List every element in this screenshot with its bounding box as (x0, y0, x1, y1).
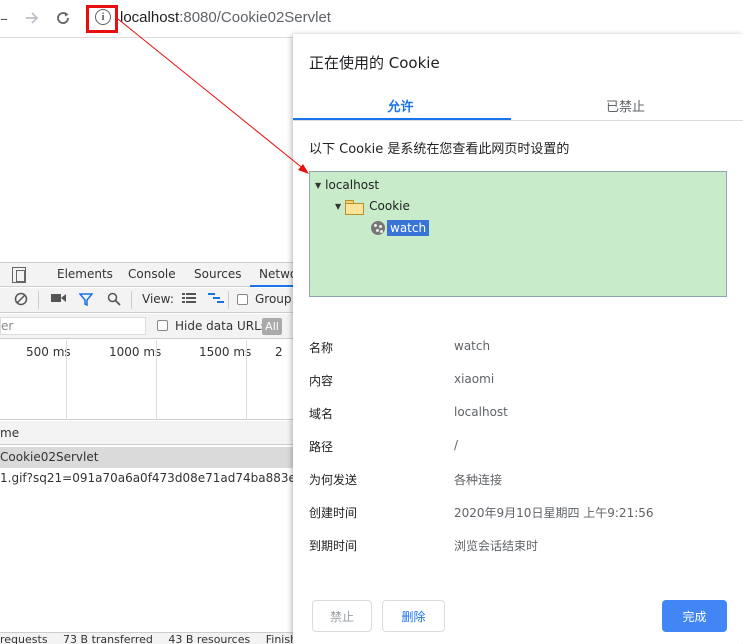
reload-icon[interactable] (53, 8, 73, 28)
detail-created-value: 2020年9月10日星期四 上午9:21:56 (454, 506, 654, 520)
remove-button[interactable]: 删除 (382, 600, 445, 632)
waterfall-icon[interactable] (208, 292, 224, 308)
tab-divider (293, 120, 743, 121)
table-row[interactable]: 1.gif?sq21=091a70a6a0f473d08e71ad74ba883… (0, 468, 300, 489)
timeline-tick: 2 (275, 345, 283, 359)
toolbar-separator (228, 291, 229, 309)
detail-content-value: xiaomi (454, 372, 495, 386)
detail-path-value: / (454, 438, 459, 452)
toolbar-separator (131, 291, 132, 309)
block-icon[interactable] (14, 292, 28, 310)
toolbar-divider (0, 37, 300, 38)
cookie-description: 以下 Cookie 是系统在您查看此网页时设置的 (309, 142, 570, 157)
dialog-title: 正在使用的 Cookie (309, 54, 440, 72)
timeline-overview: 500 ms 1000 ms 1500 ms 2 (0, 340, 300, 420)
hide-data-urls-label: Hide data URLs (175, 319, 268, 333)
done-button[interactable]: 完成 (662, 600, 727, 632)
back-arrow-icon[interactable]: – (0, 8, 14, 28)
cookie-icon (371, 221, 385, 235)
filter-all-button[interactable]: All (262, 318, 282, 335)
tree-node-folder[interactable]: ▼ Cookie (335, 199, 410, 215)
detail-domain-value: localhost (454, 405, 508, 419)
tree-node-host[interactable]: ▼ localhost (315, 178, 379, 192)
detail-created-label: 创建时间 (309, 506, 358, 520)
detail-name-value: watch (454, 339, 491, 353)
device-toolbar-icon[interactable] (12, 267, 26, 283)
block-button[interactable]: 禁止 (312, 600, 372, 632)
host-label: localhost (325, 178, 380, 192)
screen: – i localhost:8080/Cookie02Servlet Eleme… (0, 0, 743, 644)
view-label: View: (142, 292, 174, 306)
forward-arrow-icon[interactable] (22, 8, 42, 28)
timeline-tick: 1500 ms (199, 345, 252, 359)
group-by-frame-checkbox[interactable] (237, 294, 248, 305)
detail-domain-label: 域名 (309, 407, 334, 421)
timeline-gridline (156, 340, 157, 420)
tab-allowed[interactable]: 允许 (293, 96, 508, 115)
cookies-in-use-dialog: 正在使用的 Cookie 允许 已禁止 以下 Cookie 是系统在您查看此网页… (293, 34, 743, 644)
devtools-tab-bar: Elements Console Sources Netwo (0, 262, 300, 287)
info-icon-highlight-box (86, 5, 118, 33)
timeline-tick: 1000 ms (109, 345, 162, 359)
tab-network[interactable]: Netwo (259, 267, 297, 281)
status-transferred: 73 B transferred (63, 633, 153, 644)
table-row[interactable]: Cookie02Servlet (0, 447, 300, 468)
search-icon[interactable] (107, 292, 121, 310)
status-resources: 43 B resources (168, 633, 251, 644)
name-column-header[interactable]: me (0, 421, 300, 445)
detail-expires-label: 到期时间 (309, 539, 358, 553)
expand-triangle-icon[interactable]: ▼ (315, 181, 321, 190)
filter-icon[interactable] (78, 292, 94, 310)
filter-input[interactable]: er (0, 317, 146, 335)
tree-node-cookie[interactable]: watch (371, 220, 430, 236)
video-camera-icon[interactable] (51, 292, 66, 308)
hide-data-urls-checkbox[interactable] (157, 320, 168, 331)
cookie-tree: ▼ localhost ▼ Cookie watch (309, 171, 727, 297)
timeline-tick: 500 ms (26, 345, 71, 359)
folder-icon (345, 199, 365, 215)
detail-expires-value: 浏览会话结束时 (454, 539, 539, 553)
network-toolbar: View: Group b (0, 288, 303, 313)
tab-elements[interactable]: Elements (57, 267, 113, 281)
status-requests: requests (0, 633, 48, 644)
folder-label: Cookie (369, 199, 410, 213)
filter-row: er Hide data URLs (0, 314, 300, 339)
detail-send-for-label: 为何发送 (309, 473, 358, 487)
timeline-gridline (246, 340, 247, 420)
large-rows-icon[interactable] (182, 292, 196, 308)
timeline-gridline (66, 340, 67, 420)
network-status-bar: requests 73 B transferred 43 B resources… (0, 632, 300, 644)
detail-content-label: 内容 (309, 374, 334, 388)
url-host: localhost (120, 9, 180, 26)
detail-name-label: 名称 (309, 341, 334, 355)
tab-console[interactable]: Console (128, 267, 176, 281)
cookie-label: watch (387, 220, 430, 236)
toolbar-separator (38, 291, 39, 309)
expand-triangle-icon[interactable]: ▼ (335, 202, 341, 211)
detail-path-label: 路径 (309, 440, 334, 454)
tab-blocked[interactable]: 已禁止 (518, 96, 733, 115)
browser-toolbar: – i localhost:8080/Cookie02Servlet (0, 0, 743, 37)
address-bar-url[interactable]: localhost:8080/Cookie02Servlet (120, 9, 331, 26)
detail-send-for-value: 各种连接 (454, 473, 503, 487)
url-path: :8080/Cookie02Servlet (179, 9, 331, 26)
tab-sources[interactable]: Sources (194, 267, 241, 281)
